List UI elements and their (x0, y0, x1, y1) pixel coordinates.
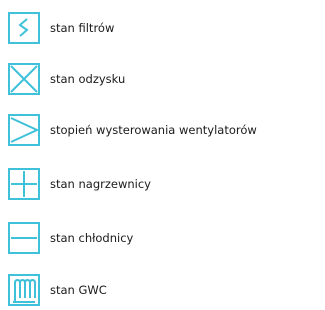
legend-item-fan-level: stopień wysterowania wentylatorów (8, 114, 325, 146)
heater-icon (8, 168, 40, 200)
status-legend: stan filtrów stan odzysku stopień wyster… (8, 0, 325, 310)
legend-label-recovery: stan odzysku (50, 72, 126, 86)
gwc-icon (8, 274, 40, 306)
legend-item-cooler: stan chłodnicy (8, 222, 325, 254)
legend-label-filters: stan filtrów (50, 21, 115, 35)
legend-label-cooler: stan chłodnicy (50, 231, 134, 245)
legend-item-recovery: stan odzysku (8, 63, 325, 95)
legend-item-filters: stan filtrów (8, 12, 325, 44)
legend-item-gwc: stan GWC (8, 274, 325, 306)
filter-icon (8, 12, 40, 44)
legend-item-heater: stan nagrzewnicy (8, 168, 325, 200)
legend-label-fan-level: stopień wysterowania wentylatorów (50, 123, 257, 137)
fan-level-icon (8, 114, 40, 146)
legend-label-gwc: stan GWC (50, 283, 107, 297)
cooler-icon (8, 222, 40, 254)
recovery-icon (8, 63, 40, 95)
legend-label-heater: stan nagrzewnicy (50, 177, 151, 191)
